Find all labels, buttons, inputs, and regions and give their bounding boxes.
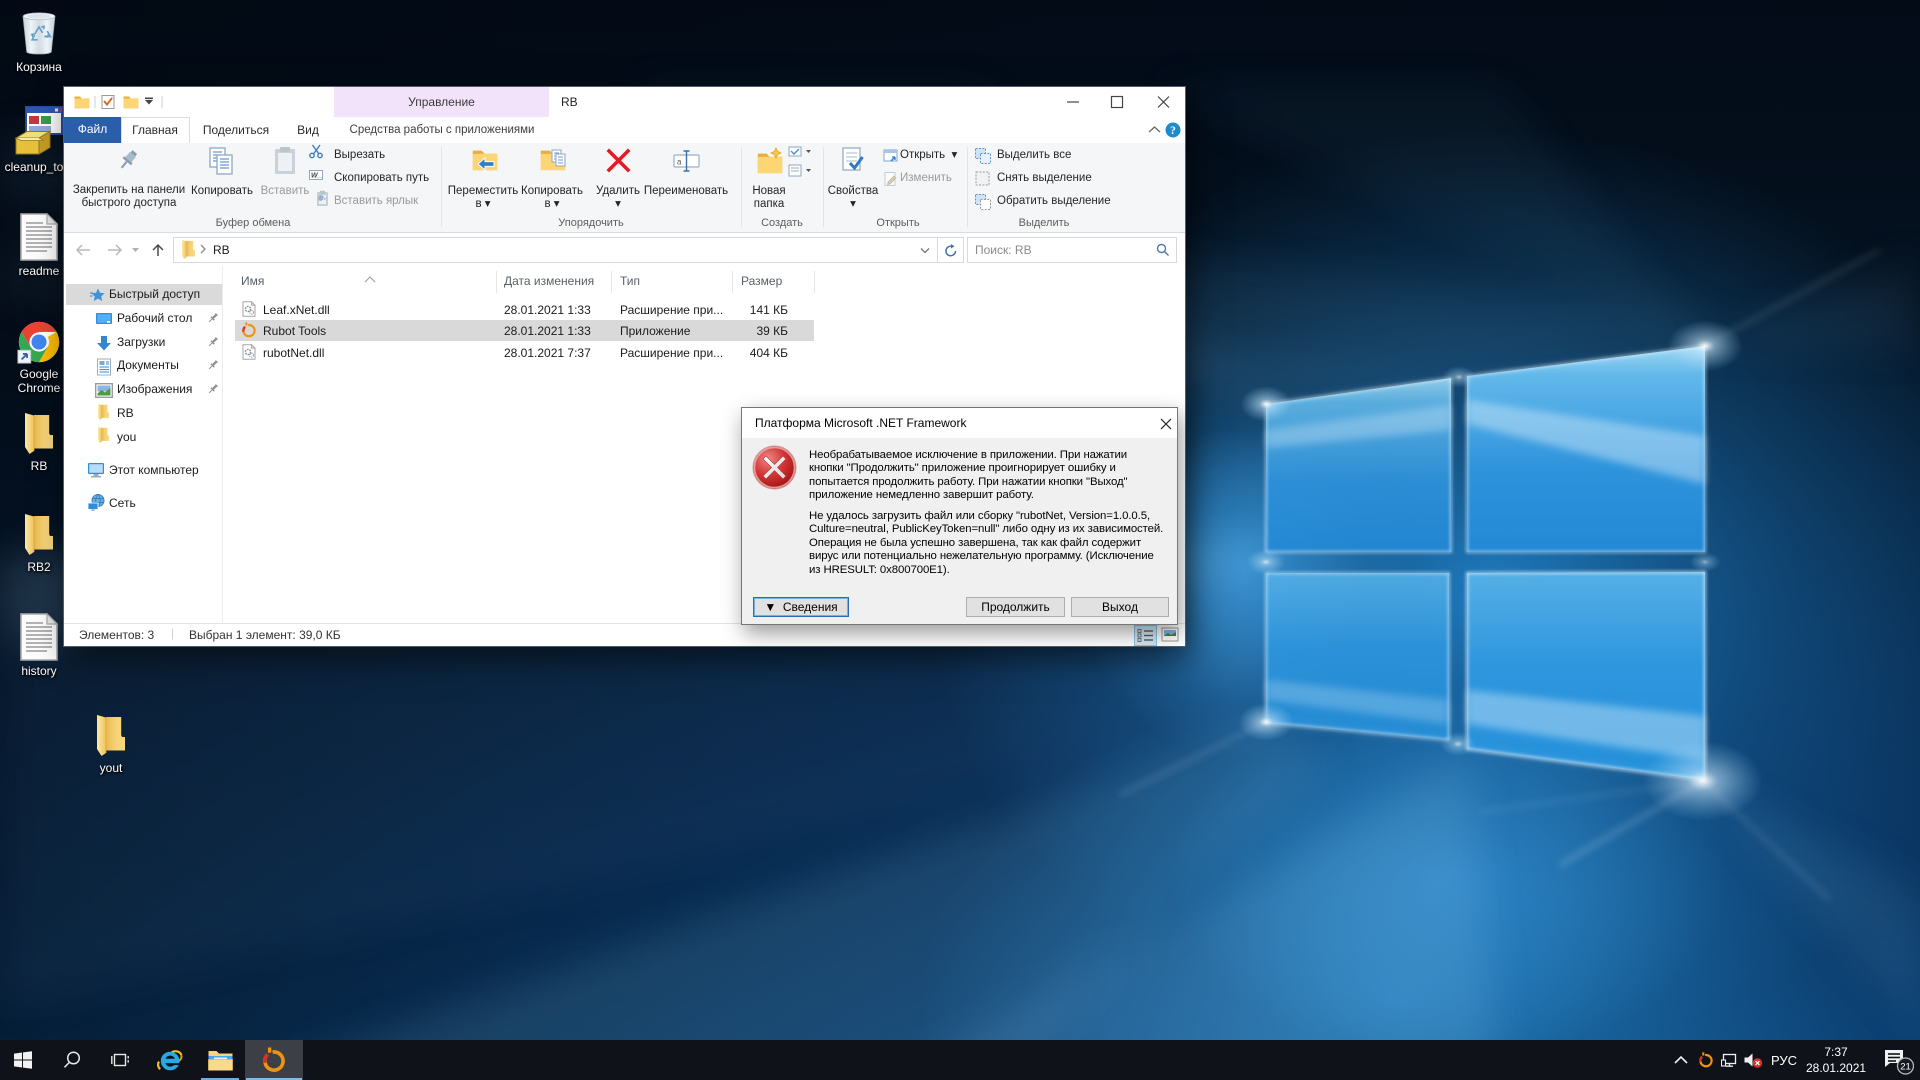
svg-text:21: 21 [1900,1062,1911,1073]
svg-text:a: a [677,158,682,167]
svg-text:...: ... [317,173,323,180]
svg-text:?: ? [1170,125,1176,137]
